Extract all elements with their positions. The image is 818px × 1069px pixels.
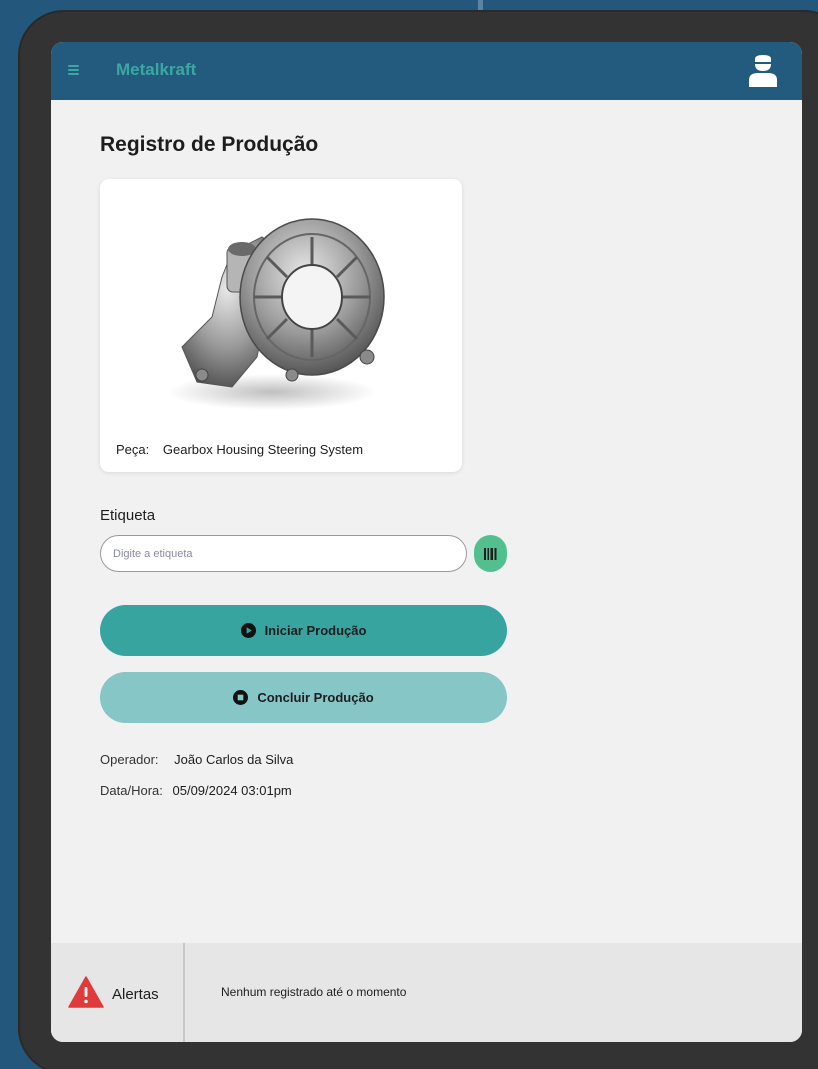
finish-production-button[interactable]: Concluir Produção [100,672,507,723]
operator-info: Operador: João Carlos da Silva [100,752,293,767]
finish-production-label: Concluir Produção [257,690,374,705]
operator-label: Operador: [100,752,159,767]
start-production-label: Iniciar Produção [264,623,367,638]
datetime-info: Data/Hora: 05/09/2024 03:01pm [100,783,292,798]
datetime-label: Data/Hora: [100,783,163,798]
tag-label: Etiqueta [100,507,156,524]
part-name: Gearbox Housing Steering System [162,442,364,457]
alerts-title: Alertas [112,986,159,1003]
brand-name: Metalkraft [116,60,197,79]
app-bar: Metalkraft [51,42,802,100]
app-screen: Metalkraft Registro de Produção Peça: Ge… [51,42,802,1042]
page-title: Registro de Produção [100,133,319,156]
scan-barcode-button[interactable] [474,535,507,572]
part-info: Peça: Gearbox Housing Steering System [116,442,363,457]
user-icon[interactable] [748,55,778,87]
warning-triangle-icon [68,976,104,1008]
play-circle-icon [240,623,256,638]
part-card: Peça: Gearbox Housing Steering System [100,179,462,472]
alerts-bar: Alertas Nenhum registrado até o momento [51,943,802,1042]
menu-icon[interactable] [68,65,79,75]
operator-value: João Carlos da Silva [174,752,294,767]
alerts-divider [183,943,185,1042]
alerts-message: Nenhum registrado até o momento [221,985,407,999]
barcode-icon [484,547,497,560]
stop-circle-icon [233,690,249,705]
datetime-value: 05/09/2024 03:01pm [172,783,292,798]
part-image [167,218,385,410]
part-label: Peça: [116,442,150,457]
start-production-button[interactable]: Iniciar Produção [100,605,507,656]
tag-input[interactable] [100,535,467,572]
